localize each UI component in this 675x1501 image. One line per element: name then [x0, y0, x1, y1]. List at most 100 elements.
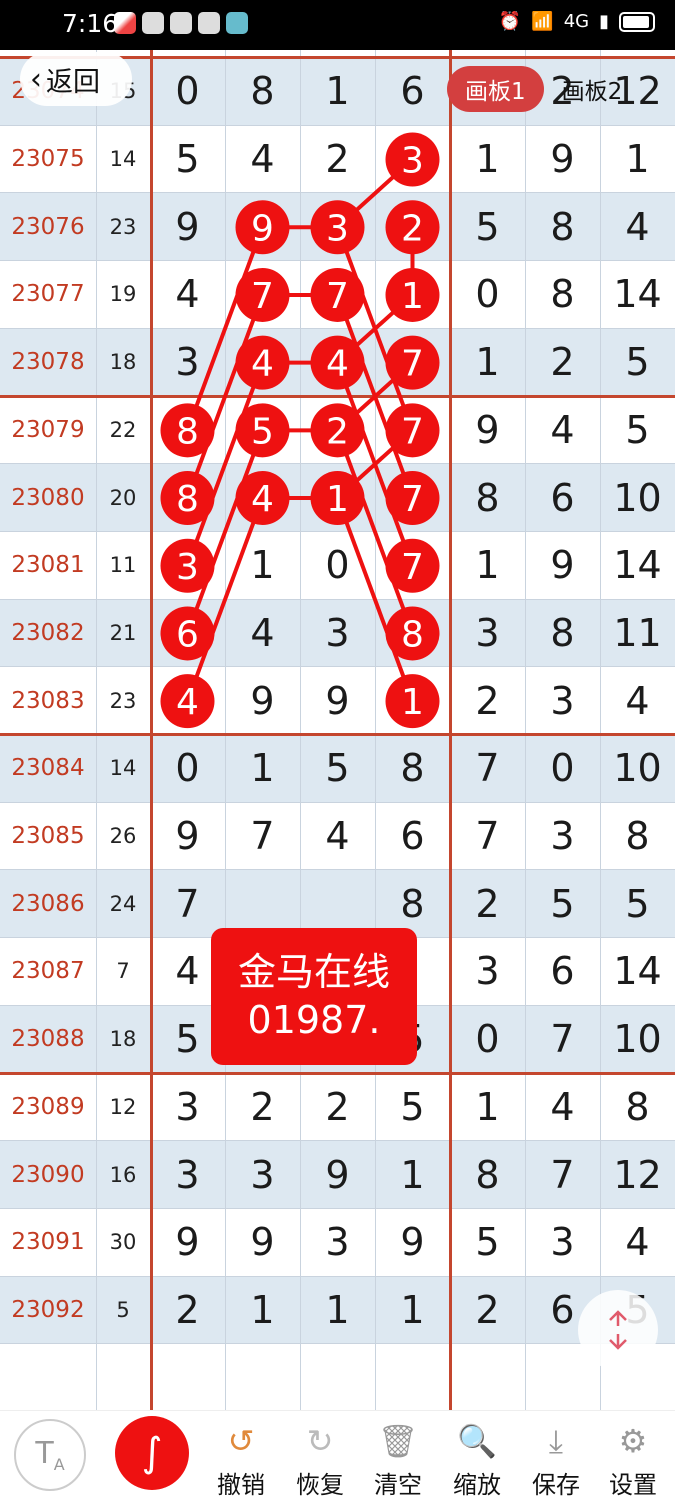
- digit-cell[interactable]: 5: [600, 397, 675, 464]
- digit-cell[interactable]: 2: [300, 1074, 375, 1141]
- digit-cell[interactable]: 2: [300, 397, 375, 464]
- digit-cell[interactable]: 2: [225, 1074, 300, 1141]
- digit-cell[interactable]: 3: [300, 600, 375, 667]
- digit-cell[interactable]: 1: [450, 329, 525, 396]
- digit-cell[interactable]: 5: [375, 1074, 450, 1141]
- digit-cell[interactable]: 8: [150, 397, 225, 464]
- digit-cell[interactable]: 8: [600, 803, 675, 870]
- digit-cell[interactable]: 6: [525, 938, 600, 1005]
- digit-cell[interactable]: 6: [375, 58, 450, 125]
- digit-cell[interactable]: 4: [300, 329, 375, 396]
- digit-cell[interactable]: 9: [225, 667, 300, 734]
- digit-cell[interactable]: 4: [225, 329, 300, 396]
- digit-cell[interactable]: 4: [225, 600, 300, 667]
- digit-cell[interactable]: 2: [300, 126, 375, 193]
- digit-cell[interactable]: 4: [600, 667, 675, 734]
- tab-board-1[interactable]: 画板1: [447, 66, 544, 112]
- digit-cell[interactable]: 1: [300, 1277, 375, 1344]
- digit-cell[interactable]: 1: [375, 261, 450, 328]
- digit-cell[interactable]: 7: [225, 803, 300, 870]
- undo-button[interactable]: ↺ 撤销: [205, 1411, 277, 1501]
- digit-cell[interactable]: 2: [375, 193, 450, 260]
- digit-cell[interactable]: 3: [525, 1209, 600, 1276]
- digit-cell[interactable]: 0: [450, 261, 525, 328]
- digit-cell[interactable]: 2: [450, 870, 525, 937]
- digit-cell[interactable]: 11: [600, 600, 675, 667]
- digit-cell[interactable]: 9: [375, 1209, 450, 1276]
- digit-cell[interactable]: 0: [450, 1006, 525, 1073]
- digit-cell[interactable]: 1: [450, 1074, 525, 1141]
- digit-cell[interactable]: 10: [600, 464, 675, 531]
- digit-cell[interactable]: 9: [525, 532, 600, 599]
- digit-cell[interactable]: 7: [300, 261, 375, 328]
- digit-cell[interactable]: 1: [225, 1277, 300, 1344]
- lottery-grid[interactable]: 2307317307700923074150816321223075145423…: [0, 50, 675, 1410]
- digit-cell[interactable]: 1: [300, 464, 375, 531]
- digit-cell[interactable]: 1: [375, 1141, 450, 1208]
- digit-cell[interactable]: 2: [450, 1277, 525, 1344]
- digit-cell[interactable]: 8: [525, 600, 600, 667]
- digit-cell[interactable]: 14: [600, 532, 675, 599]
- digit-cell[interactable]: 4: [150, 261, 225, 328]
- settings-button[interactable]: ⚙ 设置: [597, 1411, 669, 1501]
- digit-cell[interactable]: 5: [600, 329, 675, 396]
- digit-cell[interactable]: 12: [600, 1141, 675, 1208]
- digit-cell[interactable]: 8: [375, 600, 450, 667]
- tab-board-2[interactable]: 画板2: [544, 66, 641, 112]
- digit-cell[interactable]: 10: [600, 1006, 675, 1073]
- digit-cell[interactable]: 3: [525, 803, 600, 870]
- digit-cell[interactable]: 7: [525, 1141, 600, 1208]
- digit-cell[interactable]: 0: [525, 735, 600, 802]
- digit-cell[interactable]: 5: [450, 1209, 525, 1276]
- digit-cell[interactable]: 3: [525, 667, 600, 734]
- digit-cell[interactable]: 3: [450, 600, 525, 667]
- digit-cell[interactable]: 8: [150, 464, 225, 531]
- digit-cell[interactable]: 3: [150, 1074, 225, 1141]
- digit-cell[interactable]: 7: [375, 397, 450, 464]
- digit-cell[interactable]: 2: [450, 667, 525, 734]
- save-button[interactable]: ⤓ 保存: [520, 1411, 592, 1501]
- digit-cell[interactable]: 8: [225, 58, 300, 125]
- redo-button[interactable]: ↻ 恢复: [284, 1411, 356, 1501]
- digit-cell[interactable]: 5: [600, 870, 675, 937]
- digit-cell[interactable]: 5: [225, 397, 300, 464]
- digit-cell[interactable]: 4: [225, 464, 300, 531]
- digit-cell[interactable]: 2: [150, 1277, 225, 1344]
- swap-button[interactable]: [578, 1290, 658, 1370]
- digit-cell[interactable]: 6: [375, 803, 450, 870]
- digit-cell[interactable]: 9: [225, 193, 300, 260]
- digit-cell[interactable]: 4: [600, 1209, 675, 1276]
- digit-cell[interactable]: 5: [450, 193, 525, 260]
- digit-cell[interactable]: 7: [450, 735, 525, 802]
- digit-cell[interactable]: 3: [450, 938, 525, 1005]
- digit-cell[interactable]: 8: [525, 261, 600, 328]
- digit-cell[interactable]: 0: [150, 735, 225, 802]
- digit-cell[interactable]: 3: [300, 1209, 375, 1276]
- digit-cell[interactable]: 3: [150, 532, 225, 599]
- digit-cell[interactable]: 14: [600, 261, 675, 328]
- digit-cell[interactable]: 4: [225, 126, 300, 193]
- clear-button[interactable]: 🗑 清空: [362, 1411, 434, 1501]
- digit-cell[interactable]: 7: [375, 464, 450, 531]
- digit-cell[interactable]: 4: [150, 667, 225, 734]
- digit-cell[interactable]: 3: [225, 1141, 300, 1208]
- digit-cell[interactable]: 3: [150, 1141, 225, 1208]
- digit-cell[interactable]: 8: [450, 464, 525, 531]
- digit-cell[interactable]: 1: [225, 532, 300, 599]
- digit-cell[interactable]: 7: [450, 803, 525, 870]
- digit-cell[interactable]: 1: [375, 1277, 450, 1344]
- digit-cell[interactable]: 1: [375, 667, 450, 734]
- digit-cell[interactable]: 0: [150, 58, 225, 125]
- digit-cell[interactable]: 1: [600, 126, 675, 193]
- digit-cell[interactable]: 3: [300, 193, 375, 260]
- digit-cell[interactable]: 7: [375, 329, 450, 396]
- digit-cell[interactable]: 4: [525, 397, 600, 464]
- text-tool-button[interactable]: TA: [14, 1419, 86, 1491]
- digit-cell[interactable]: 9: [300, 667, 375, 734]
- digit-cell[interactable]: 8: [375, 735, 450, 802]
- digit-cell[interactable]: 5: [525, 870, 600, 937]
- digit-cell[interactable]: 2: [525, 329, 600, 396]
- digit-cell[interactable]: 8: [600, 1074, 675, 1141]
- digit-cell[interactable]: 7: [525, 1006, 600, 1073]
- digit-cell[interactable]: 6: [525, 464, 600, 531]
